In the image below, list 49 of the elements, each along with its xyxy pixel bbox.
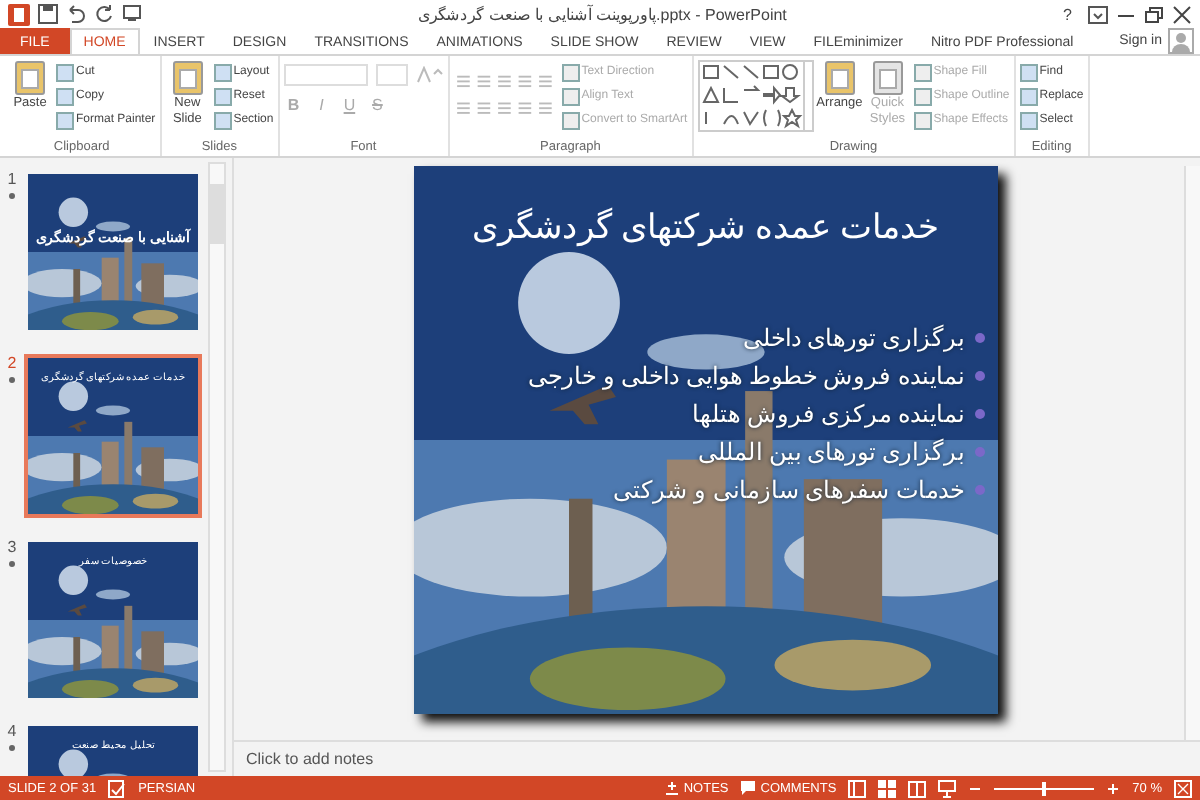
reading-view-icon[interactable] bbox=[908, 779, 927, 797]
slide-title: خدمات عمده شرکتهای گردشگری bbox=[471, 206, 941, 248]
bullet-text: برگزاری تورهای داخلی bbox=[742, 324, 964, 352]
restore-icon[interactable] bbox=[1144, 5, 1164, 23]
bullet-icon bbox=[974, 408, 986, 420]
zoom-in-icon[interactable] bbox=[1106, 781, 1121, 795]
slide-show-icon[interactable] bbox=[938, 779, 957, 797]
bullet-text: برگزاری تورهای بین المللی bbox=[697, 438, 964, 466]
zoom-slider-handle[interactable] bbox=[1042, 781, 1047, 795]
close-icon[interactable] bbox=[1172, 5, 1192, 23]
slide-number: 2 bbox=[7, 354, 17, 372]
tool-icon bbox=[869, 60, 906, 96]
scrollbar[interactable] bbox=[208, 162, 226, 772]
tool-icon bbox=[821, 60, 858, 96]
comment-icon bbox=[740, 780, 757, 796]
bullet-icon bbox=[974, 446, 986, 458]
help-button[interactable]: ? bbox=[1063, 5, 1072, 23]
font-name-field[interactable] bbox=[283, 64, 368, 86]
tool-icon bbox=[169, 60, 206, 96]
customize-icon[interactable] bbox=[122, 4, 142, 24]
font-size-field[interactable] bbox=[375, 64, 408, 86]
scrollbar[interactable] bbox=[1184, 166, 1200, 740]
save-icon[interactable] bbox=[38, 4, 58, 24]
ribbon-display-icon[interactable] bbox=[1088, 5, 1108, 23]
slide-number: 3 bbox=[7, 538, 17, 556]
slide-number: 1 bbox=[7, 170, 17, 188]
bullet-icon bbox=[974, 484, 986, 496]
bullet-icon bbox=[974, 332, 986, 344]
undo-icon[interactable] bbox=[66, 4, 86, 24]
redo-icon[interactable] bbox=[94, 4, 114, 24]
animation-icon bbox=[8, 560, 16, 568]
notes-icon bbox=[663, 780, 680, 796]
slide-canvas[interactable]: خدمات عمده شرکتهای گردشگری برگزاری تورهای داخلی نماینده فروش خطوط هوایی داخلی و خارجی نماینده مرکزی فروش هتلها برگزاری تورهای بین المللی خدمات سفرهای سازمانی و شرکتی bbox=[414, 166, 998, 714]
app-icon[interactable] bbox=[8, 3, 30, 25]
bullet-text: نماینده مرکزی فروش هتلها bbox=[691, 400, 964, 428]
bullet-icon bbox=[974, 370, 986, 382]
animation-icon bbox=[8, 376, 16, 384]
spelling-icon[interactable] bbox=[108, 779, 127, 797]
tool-icon bbox=[12, 60, 48, 96]
window-title: پاورپوینت آشنایی با صنعت گردشگری.pptx - PowerPoint bbox=[416, 5, 789, 23]
normal-view-icon[interactable] bbox=[848, 779, 867, 797]
animation-icon bbox=[8, 192, 16, 200]
fit-slide-icon[interactable] bbox=[1174, 779, 1192, 797]
bullet-text: خدمات سفرهای سازمانی و شرکتی bbox=[613, 476, 964, 504]
animation-icon bbox=[8, 744, 16, 752]
slide-sorter-icon[interactable] bbox=[878, 779, 897, 797]
slide-number: 4 bbox=[7, 722, 17, 740]
shapes-gallery-drawing[interactable] bbox=[697, 60, 814, 132]
bullet-text: نماینده فروش خطوط هوایی داخلی و خارجی bbox=[527, 362, 964, 390]
